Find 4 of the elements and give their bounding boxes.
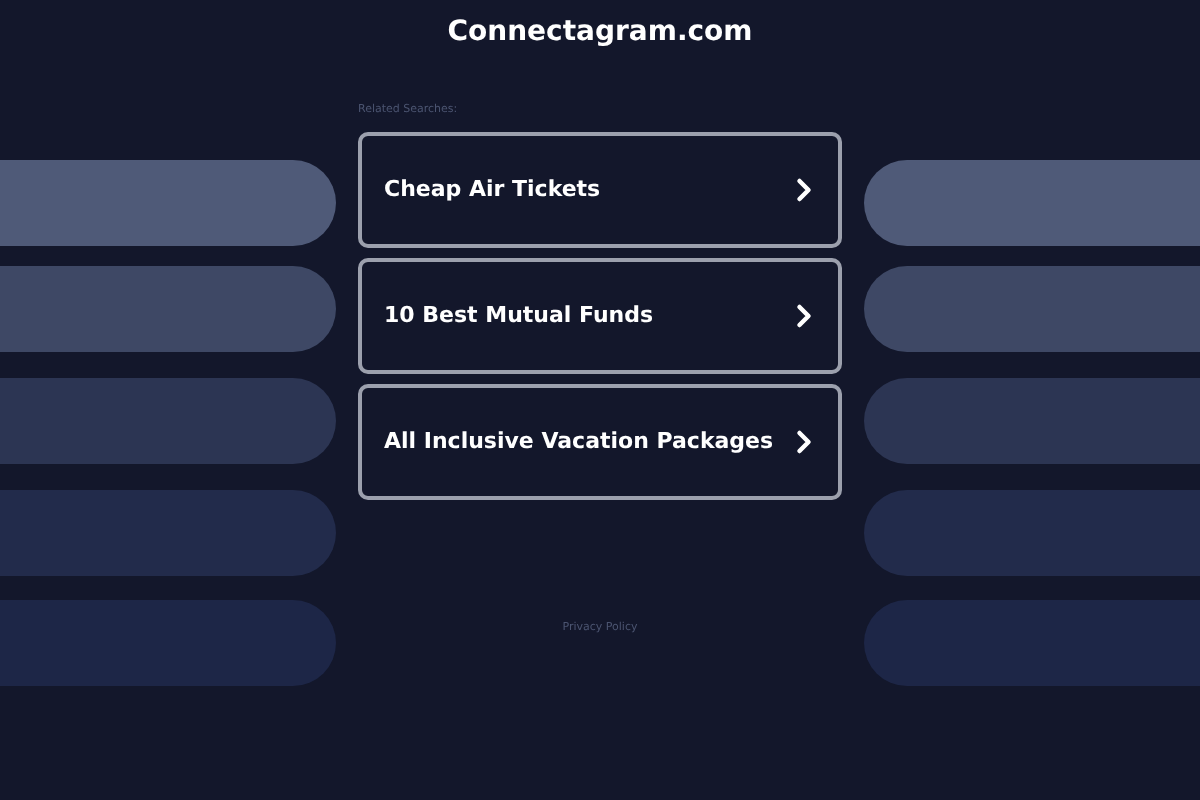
search-link-button[interactable]: Cheap Air Tickets xyxy=(358,132,842,248)
site-title: Connectagram.com xyxy=(447,14,753,50)
search-link-button[interactable]: All Inclusive Vacation Packages xyxy=(358,384,842,500)
search-link-button[interactable]: 10 Best Mutual Funds xyxy=(358,258,842,374)
